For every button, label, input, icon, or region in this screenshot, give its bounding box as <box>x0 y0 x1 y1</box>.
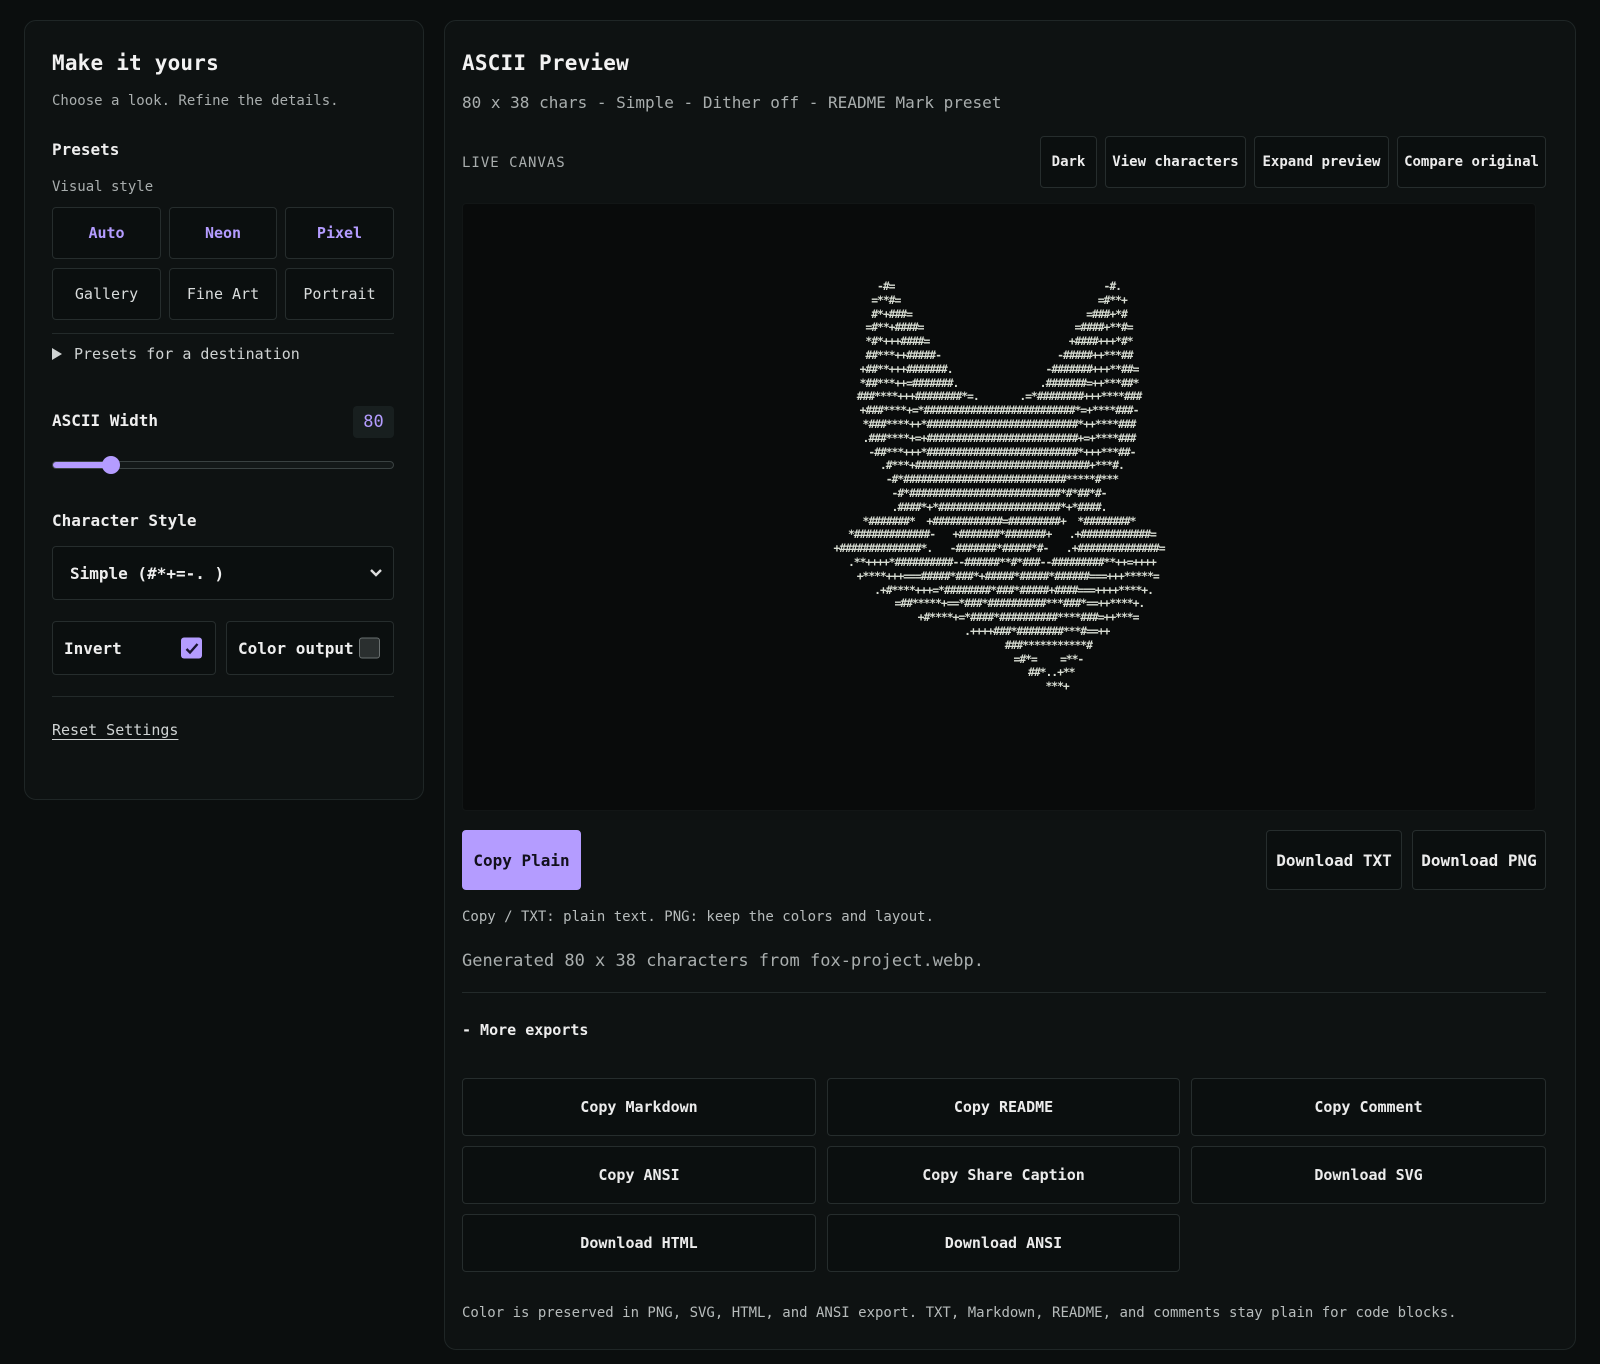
settings-title: Make it yours <box>52 51 219 75</box>
view-characters-button[interactable]: View characters <box>1105 136 1246 188</box>
download-html-button[interactable]: Download HTML <box>462 1214 816 1272</box>
destination-presets-label: Presets for a destination <box>74 345 300 363</box>
live-canvas-label: LIVE CANVAS <box>462 155 566 171</box>
color-footnote: Color is preserved in PNG, SVG, HTML, an… <box>462 1305 1457 1321</box>
expand-preview-button[interactable]: Expand preview <box>1254 136 1389 188</box>
invert-toggle[interactable]: Invert <box>52 621 216 675</box>
style-fine-art-button[interactable]: Fine Art <box>169 268 277 320</box>
export-hint: Copy / TXT: plain text. PNG: keep the co… <box>462 909 935 925</box>
style-gallery-button[interactable]: Gallery <box>52 268 161 320</box>
copy-share-caption-button[interactable]: Copy Share Caption <box>827 1146 1180 1204</box>
invert-label: Invert <box>64 638 122 658</box>
invert-checkbox[interactable] <box>181 637 202 659</box>
copy-ansi-button[interactable]: Copy ANSI <box>462 1146 816 1204</box>
download-ansi-button[interactable]: Download ANSI <box>827 1214 1180 1272</box>
preview-panel: ASCII Preview 80 x 38 chars - Simple - D… <box>444 20 1576 1350</box>
style-pixel-button[interactable]: Pixel <box>285 207 394 259</box>
compare-original-button[interactable]: Compare original <box>1397 136 1546 188</box>
reset-settings-link[interactable]: Reset Settings <box>52 721 178 739</box>
copy-markdown-button[interactable]: Copy Markdown <box>462 1078 816 1136</box>
settings-subtitle: Choose a look. Refine the details. <box>52 93 339 109</box>
settings-panel: Make it yours Choose a look. Refine the … <box>24 20 424 800</box>
copy-readme-button[interactable]: Copy README <box>827 1078 1180 1136</box>
visual-style-label: Visual style <box>52 179 154 195</box>
chevron-down-icon <box>370 569 382 577</box>
ascii-art: -#= -#. =**#= =#**+ #*+###= =###+*# =#**… <box>833 279 1165 694</box>
character-style-value: Simple (#*+=-. ) <box>70 563 225 583</box>
character-style-select[interactable]: Simple (#*+=-. ) <box>52 546 394 600</box>
download-svg-button[interactable]: Download SVG <box>1191 1146 1546 1204</box>
divider <box>52 333 394 334</box>
copy-comment-button[interactable]: Copy Comment <box>1191 1078 1546 1136</box>
copy-plain-button[interactable]: Copy Plain <box>462 830 581 890</box>
destination-presets-toggle[interactable]: Presets for a destination <box>52 345 300 363</box>
preview-title: ASCII Preview <box>462 51 629 75</box>
ascii-width-slider[interactable] <box>52 456 394 474</box>
live-canvas: -#= -#. =**#= =#**+ #*+###= =###+*# =#**… <box>462 203 1536 811</box>
triangle-right-icon <box>52 348 62 360</box>
character-style-label: Character Style <box>52 511 197 530</box>
style-portrait-button[interactable]: Portrait <box>285 268 394 320</box>
ascii-width-label: ASCII Width <box>52 411 158 430</box>
generated-status: Generated 80 x 38 characters from fox-pr… <box>462 951 984 971</box>
checkmark-icon <box>185 642 198 654</box>
divider <box>52 696 394 697</box>
download-png-button[interactable]: Download PNG <box>1412 830 1546 890</box>
style-auto-button[interactable]: Auto <box>52 207 161 259</box>
style-neon-button[interactable]: Neon <box>169 207 277 259</box>
preview-meta: 80 x 38 chars - Simple - Dither off - RE… <box>462 93 1002 112</box>
color-output-label: Color output <box>238 638 354 658</box>
dark-theme-button[interactable]: Dark <box>1040 136 1097 188</box>
color-output-toggle[interactable]: Color output <box>226 621 394 675</box>
presets-heading: Presets <box>52 140 120 159</box>
divider <box>462 992 1546 993</box>
color-output-checkbox[interactable] <box>359 637 380 659</box>
download-txt-button[interactable]: Download TXT <box>1266 830 1402 890</box>
slider-thumb[interactable] <box>101 456 120 474</box>
more-exports-toggle[interactable]: - More exports <box>462 1021 588 1039</box>
ascii-width-value: 80 <box>353 406 394 438</box>
